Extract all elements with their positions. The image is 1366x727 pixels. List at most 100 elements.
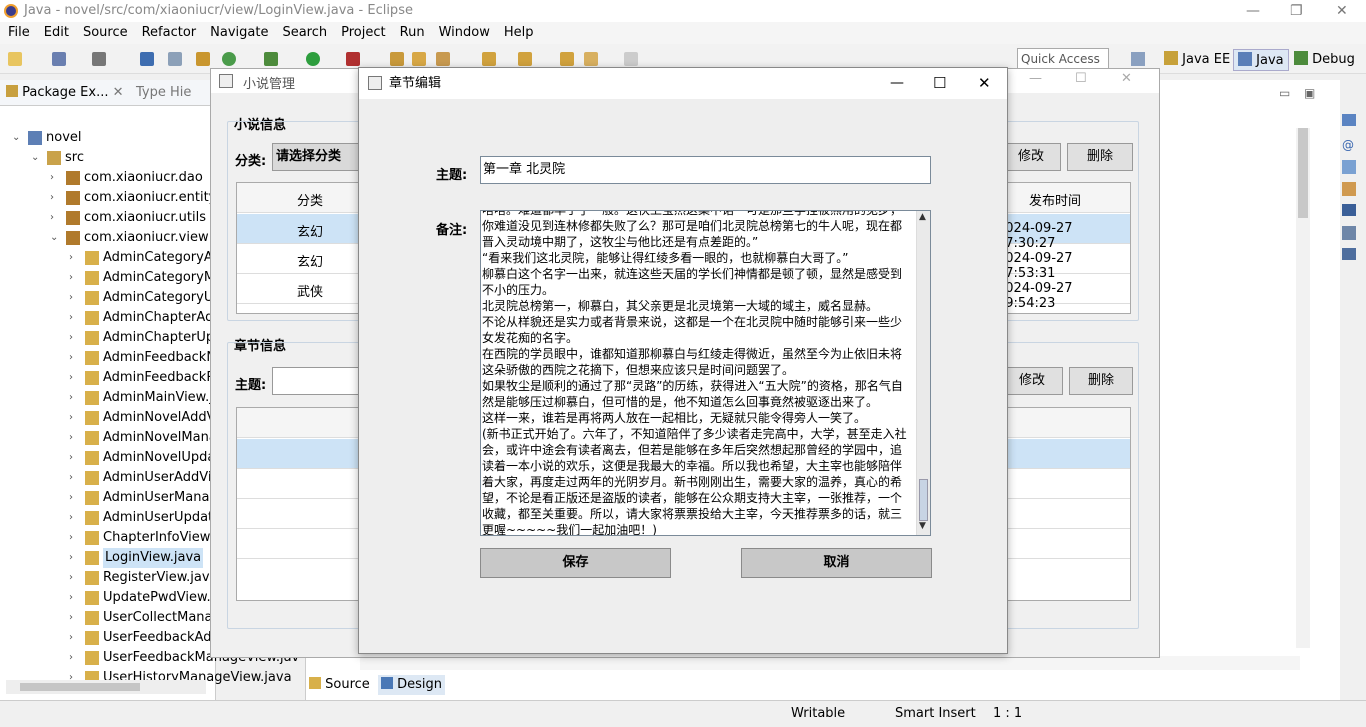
- hammer-icon[interactable]: [1342, 182, 1356, 196]
- tree-item[interactable]: › com.xiaoniucr.dao: [0, 168, 216, 188]
- menu-item-window[interactable]: Window: [439, 25, 490, 40]
- next-annotation-icon[interactable]: [482, 52, 496, 66]
- dialog-minimize-icon[interactable]: —: [890, 68, 904, 99]
- chevron-right-icon[interactable]: ›: [69, 448, 79, 468]
- tree-item[interactable]: › com.xiaoniucr.utils: [0, 208, 216, 228]
- outline-icon[interactable]: [1342, 114, 1356, 126]
- perspective-java[interactable]: Java: [1233, 49, 1289, 71]
- menu-item-help[interactable]: Help: [504, 25, 534, 40]
- chevron-right-icon[interactable]: ›: [69, 508, 79, 528]
- scroll-down-icon[interactable]: ▼: [919, 521, 926, 531]
- close-icon[interactable]: ✕: [1336, 0, 1348, 22]
- tree-item[interactable]: › UserCollectMana: [0, 608, 216, 628]
- type-hierarchy-tab[interactable]: Type Hie: [136, 80, 191, 106]
- chevron-right-icon[interactable]: ›: [69, 248, 79, 268]
- chevron-right-icon[interactable]: ›: [69, 588, 79, 608]
- novel-maximize-icon[interactable]: ☐: [1075, 71, 1087, 86]
- chevron-right-icon[interactable]: ›: [69, 628, 79, 648]
- tree-item[interactable]: › AdminNovelUpda: [0, 448, 216, 468]
- tree-item[interactable]: ⌄ src: [0, 148, 216, 168]
- dialog-close-icon[interactable]: ✕: [978, 68, 991, 99]
- tree-item[interactable]: › AdminCategoryA: [0, 248, 216, 268]
- chevron-right-icon[interactable]: ›: [69, 348, 79, 368]
- menu-item-navigate[interactable]: Navigate: [210, 25, 268, 40]
- cancel-button[interactable]: 取消: [741, 548, 932, 578]
- pen-icon[interactable]: [436, 52, 450, 66]
- pin-icon[interactable]: [168, 52, 182, 66]
- tree-item[interactable]: ⌄ novel: [0, 128, 216, 148]
- perspective-java-ee[interactable]: Java EE: [1160, 49, 1234, 71]
- chevron-right-icon[interactable]: ›: [69, 568, 79, 588]
- editor-minimize-icon[interactable]: ▭: [1279, 86, 1290, 100]
- editor-maximize-icon[interactable]: ▣: [1304, 86, 1315, 100]
- debug-icon[interactable]: [264, 52, 278, 66]
- novel-minimize-icon[interactable]: —: [1029, 71, 1042, 86]
- refresh-icon[interactable]: [222, 52, 236, 66]
- chapter-modify-button[interactable]: 修改: [1001, 367, 1063, 395]
- perspective-debug[interactable]: Debug: [1290, 49, 1359, 71]
- tree-item[interactable]: › RegisterView.java: [0, 568, 218, 588]
- header-publish-time[interactable]: 发布时间: [1029, 190, 1081, 209]
- tree-item[interactable]: › UserFeedbackManageView.jav: [0, 648, 299, 668]
- tree-item[interactable]: › AdminChapterAd: [0, 308, 216, 328]
- chevron-right-icon[interactable]: ›: [69, 428, 79, 448]
- package-icon[interactable]: [196, 52, 210, 66]
- menu-item-source[interactable]: Source: [83, 25, 128, 40]
- category-select[interactable]: 请选择分类: [272, 143, 362, 171]
- design-tab[interactable]: Design: [378, 675, 446, 695]
- tree-item[interactable]: › UserFeedbackAd: [0, 628, 216, 648]
- scroll-thumb[interactable]: [20, 683, 140, 691]
- tree-item[interactable]: › AdminCategoryM: [0, 268, 216, 288]
- header-category[interactable]: 分类: [297, 190, 323, 209]
- tree-item[interactable]: › AdminNovelMana: [0, 428, 217, 448]
- chevron-down-icon[interactable]: ⌄: [50, 228, 60, 248]
- menu-item-search[interactable]: Search: [282, 25, 327, 40]
- run-icon[interactable]: [306, 52, 320, 66]
- tree-item[interactable]: › AdminUserManag: [0, 488, 218, 508]
- chevron-right-icon[interactable]: ›: [69, 488, 79, 508]
- topic-input[interactable]: 第一章 北灵院: [480, 156, 931, 184]
- save-icon[interactable]: [52, 52, 66, 66]
- back-icon[interactable]: [584, 52, 598, 66]
- run-config-icon[interactable]: [346, 52, 360, 66]
- at-icon[interactable]: @: [1342, 138, 1354, 152]
- chevron-right-icon[interactable]: ›: [69, 368, 79, 388]
- forward-icon[interactable]: [624, 52, 638, 66]
- scroll-up-icon[interactable]: ▲: [919, 212, 926, 222]
- tree-item[interactable]: › AdminMainView.j: [0, 388, 216, 408]
- tree-item[interactable]: › AdminFeedbackR: [0, 368, 216, 388]
- servers-icon[interactable]: [1342, 226, 1356, 240]
- minimize-icon[interactable]: —: [1246, 0, 1260, 22]
- close-tab-icon[interactable]: ✕: [113, 85, 124, 100]
- chapter-topic-input[interactable]: [272, 367, 362, 395]
- tree-item[interactable]: › UpdatePwdView.j: [0, 588, 216, 608]
- menu-item-refactor[interactable]: Refactor: [142, 25, 197, 40]
- new-icon[interactable]: [8, 52, 22, 66]
- console-view-icon[interactable]: [1342, 204, 1356, 216]
- tasks-icon[interactable]: [1342, 248, 1356, 260]
- scroll-thumb[interactable]: [1298, 128, 1308, 218]
- menu-item-run[interactable]: Run: [400, 25, 425, 40]
- tree-item[interactable]: › AdminUserUpdat: [0, 508, 216, 528]
- chevron-right-icon[interactable]: ›: [69, 548, 79, 568]
- chevron-right-icon[interactable]: ›: [50, 168, 60, 188]
- chevron-right-icon[interactable]: ›: [50, 188, 60, 208]
- chevron-right-icon[interactable]: ›: [69, 388, 79, 408]
- open-type-icon[interactable]: [390, 52, 404, 66]
- chevron-right-icon[interactable]: ›: [69, 608, 79, 628]
- search-view-icon[interactable]: [1342, 160, 1356, 174]
- chapter-delete-button[interactable]: 删除: [1069, 367, 1133, 395]
- tree-item[interactable]: › AdminChapterUp: [0, 328, 216, 348]
- chevron-right-icon[interactable]: ›: [69, 308, 79, 328]
- tree-item[interactable]: ⌄ com.xiaoniucr.view: [0, 228, 216, 248]
- dialog-maximize-icon[interactable]: ☐: [933, 68, 946, 99]
- remark-textarea[interactable]: 啥啥。难道都早于乎一般。这快上宝然这集中诺一可是那些学挂被熊用的见步，你难道没见…: [480, 210, 931, 536]
- source-tab[interactable]: Source: [309, 675, 370, 695]
- open-perspective-icon[interactable]: [1131, 52, 1145, 66]
- menu-item-project[interactable]: Project: [341, 25, 385, 40]
- novel-delete-button[interactable]: 删除: [1067, 143, 1133, 171]
- tree-item[interactable]: › com.xiaoniucr.entity: [0, 188, 216, 208]
- package-explorer-tab[interactable]: Package Ex... ✕: [6, 80, 124, 106]
- chevron-right-icon[interactable]: ›: [50, 208, 60, 228]
- chevron-right-icon[interactable]: ›: [69, 648, 79, 668]
